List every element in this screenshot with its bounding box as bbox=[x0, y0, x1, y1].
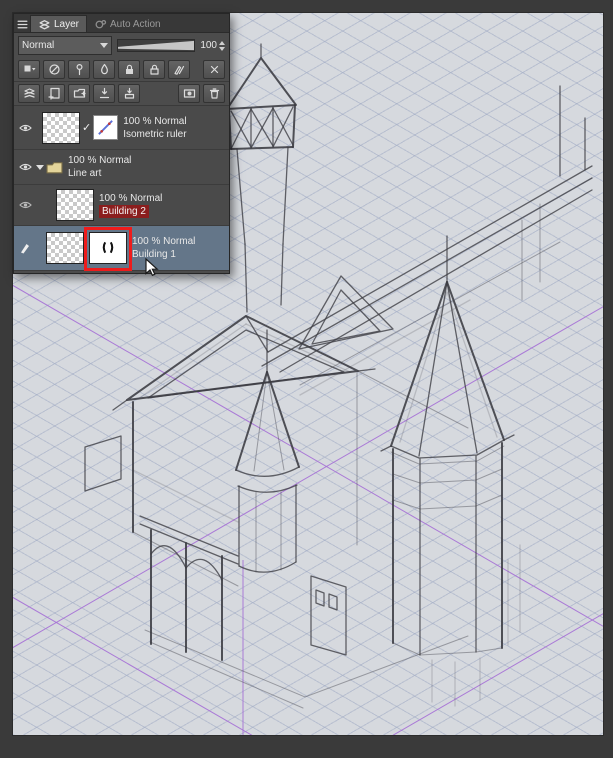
layer-opacity-label: 100 % Normal bbox=[68, 155, 132, 166]
new-folder-button[interactable] bbox=[68, 84, 90, 103]
new-folder-icon bbox=[73, 88, 86, 98]
layer-mask-thumbnail-wrap bbox=[84, 227, 132, 271]
delete-layer-button[interactable] bbox=[203, 84, 225, 103]
panel-menu-button[interactable] bbox=[14, 16, 30, 32]
layer-info: 100 % Normal Isometric ruler bbox=[118, 115, 227, 141]
lock-layer-button[interactable] bbox=[118, 60, 140, 79]
layer-info: 100 % Normal Building 1 bbox=[127, 235, 227, 261]
opacity-value: 100 bbox=[200, 40, 217, 51]
lock-alpha-icon bbox=[149, 64, 159, 75]
pen-icon bbox=[21, 244, 29, 254]
mask-icon bbox=[183, 89, 195, 98]
transfer-down-button[interactable] bbox=[93, 84, 115, 103]
layer-opacity-label: 100 % Normal bbox=[123, 115, 187, 127]
red-highlight-annotation bbox=[84, 227, 132, 271]
visibility-toggle[interactable] bbox=[16, 123, 34, 133]
new-layer-button[interactable] bbox=[43, 84, 65, 103]
panel-tab-bar: Layer Auto Action bbox=[14, 14, 229, 33]
layer-command-toolbar bbox=[14, 82, 229, 106]
layer-thumbnail[interactable] bbox=[46, 232, 84, 264]
arrow-down-page-icon bbox=[99, 87, 109, 99]
no-entry-icon bbox=[48, 64, 60, 75]
folder-icon bbox=[46, 161, 63, 173]
new-layer-icon bbox=[47, 87, 60, 100]
lock-icon bbox=[125, 64, 133, 74]
stepper-up-icon[interactable] bbox=[219, 40, 225, 45]
layer-info: 100 % Normal Building 2 bbox=[94, 192, 227, 218]
checkmark-icon: ✓ bbox=[82, 122, 92, 134]
folder-expand-caret[interactable] bbox=[36, 164, 44, 170]
blend-mode-select[interactable]: Normal bbox=[18, 36, 112, 55]
tab-label: Auto Action bbox=[110, 18, 161, 30]
layer-row-building-2[interactable]: 100 % Normal Building 2 bbox=[14, 185, 229, 226]
opacity-numbox: 100 bbox=[200, 40, 225, 51]
x-icon bbox=[210, 65, 218, 74]
layer-row-building-1[interactable]: 100 % Normal Building 1 bbox=[14, 226, 229, 271]
layer-panel: Layer Auto Action Normal 100 ✓ 100 % Nor… bbox=[13, 13, 230, 274]
layer-name: Line art bbox=[68, 168, 102, 179]
merge-down-icon bbox=[124, 87, 134, 99]
layer-opacity-label: 100 % Normal bbox=[132, 236, 196, 247]
layer-row-line-art-folder[interactable]: 100 % Normal Line art bbox=[14, 150, 229, 185]
two-pens-icon bbox=[173, 65, 184, 75]
clip-to-layer-button[interactable] bbox=[43, 60, 65, 79]
visibility-toggle[interactable] bbox=[16, 200, 34, 210]
chevron-down-icon bbox=[100, 43, 108, 48]
tab-label: Layer bbox=[54, 18, 80, 30]
layer-opacity-label: 100 % Normal bbox=[99, 193, 163, 204]
ruler-icon bbox=[98, 120, 114, 135]
merge-down-button[interactable] bbox=[118, 84, 140, 103]
layer-mask-button[interactable] bbox=[178, 84, 200, 103]
blend-square-icon bbox=[24, 65, 35, 72]
layer-thumbnail[interactable] bbox=[56, 189, 94, 221]
eye-icon bbox=[18, 201, 32, 209]
layer-info: 100 % Normal Line art bbox=[63, 154, 227, 180]
layers-icon bbox=[39, 19, 50, 29]
visibility-toggle[interactable] bbox=[16, 162, 34, 172]
blend-row: Normal 100 bbox=[14, 33, 229, 58]
eye-icon bbox=[18, 124, 32, 131]
mouse-cursor bbox=[145, 258, 159, 277]
blend-options-button[interactable] bbox=[18, 60, 40, 79]
layers-stack-icon bbox=[23, 88, 35, 98]
editing-indicator bbox=[16, 242, 34, 254]
tab-auto-action[interactable]: Auto Action bbox=[87, 16, 168, 32]
auto-action-icon bbox=[95, 19, 107, 28]
layer-row-isometric-ruler[interactable]: ✓ 100 % Normal Isometric ruler bbox=[14, 106, 229, 150]
ruler-thumbnail[interactable] bbox=[93, 115, 119, 140]
eye-icon bbox=[18, 163, 32, 171]
layer-list-button[interactable] bbox=[18, 84, 40, 103]
menu-icon bbox=[17, 20, 27, 28]
pin-icon bbox=[75, 63, 83, 76]
layer-property-toolbar bbox=[14, 58, 229, 82]
layer-name: Isometric ruler bbox=[123, 128, 187, 140]
stepper-down-icon[interactable] bbox=[219, 46, 225, 51]
layer-name: Building 2 bbox=[99, 205, 149, 218]
trash-icon bbox=[209, 88, 219, 99]
ruler-options-button[interactable] bbox=[203, 60, 225, 79]
droplet-icon bbox=[100, 63, 108, 75]
opacity-stepper[interactable] bbox=[219, 40, 225, 51]
layer-list: ✓ 100 % Normal Isometric ruler 100 % Nor… bbox=[14, 106, 229, 271]
enable-mask-button[interactable] bbox=[168, 60, 190, 79]
tab-layer[interactable]: Layer bbox=[30, 15, 88, 32]
lock-transparency-button[interactable] bbox=[143, 60, 165, 79]
fill-button[interactable] bbox=[93, 60, 115, 79]
reference-layer-button[interactable] bbox=[68, 60, 90, 79]
blend-mode-value: Normal bbox=[22, 40, 55, 51]
layer-thumbnail[interactable] bbox=[42, 111, 80, 144]
opacity-slider[interactable] bbox=[117, 39, 196, 52]
